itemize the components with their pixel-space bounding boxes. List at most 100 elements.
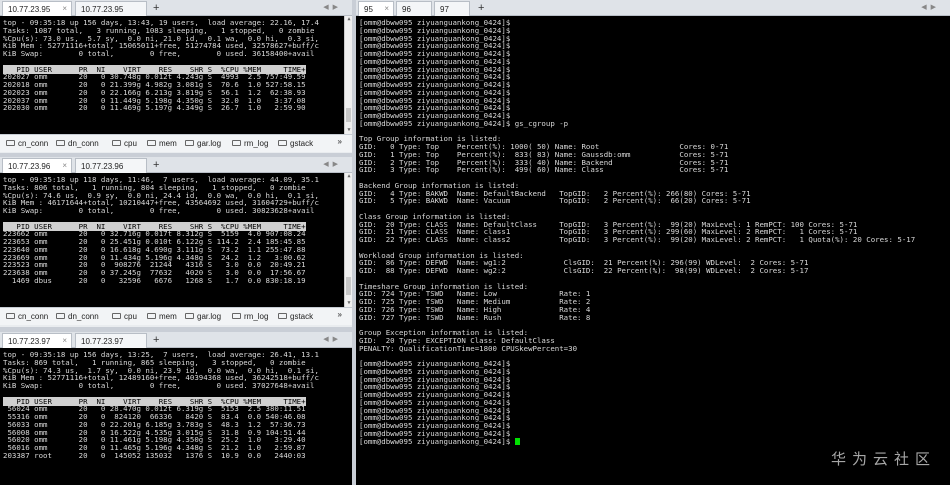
quick-command-label: dn_conn <box>68 312 99 321</box>
terminal-line: KiB Swap: 0 total, 0 free, 0 used. 37027… <box>3 381 315 390</box>
session-tab-label: 97 <box>440 5 449 14</box>
vertical-scrollbar[interactable]: ▲ ▼ <box>344 16 352 134</box>
quick-command-rm-log[interactable]: rm_log <box>232 139 268 148</box>
terminal-line: 203387 root 20 0 145052 135032 1376 S 10… <box>3 450 306 460</box>
quick-command-label: gstack <box>290 312 314 321</box>
session-tab[interactable]: 10.77.23.97 × <box>2 333 72 348</box>
close-icon[interactable]: × <box>62 4 67 13</box>
session-tab[interactable]: 10.77.23.95 × <box>2 1 72 16</box>
scrollbar-thumb[interactable] <box>346 108 351 122</box>
horizontal-splitter[interactable] <box>0 327 352 332</box>
quick-command-label: gar.log <box>197 312 222 321</box>
tab-bar: 95 × 96 97 + ◀▶ <box>356 0 950 16</box>
more-commands-icon[interactable]: » <box>338 310 342 319</box>
session-tab[interactable]: 95 × <box>358 1 394 16</box>
terminal-pane-main: 95 × 96 97 + ◀▶ [omm@dbww095 ziyuanguanko… <box>356 0 950 485</box>
command-icon <box>6 140 15 146</box>
session-tab-label: 10.77.23.97 <box>8 337 51 346</box>
tab-scroll-arrows-icon[interactable]: ◀▶ <box>323 3 342 11</box>
session-tab-label: 10.77.23.95 <box>8 5 51 14</box>
tab-scroll-arrows-icon[interactable]: ◀▶ <box>323 335 342 343</box>
terminal-line: [omm@dbww095 ziyuanguankong_0424]$ gs_cg… <box>359 118 569 128</box>
command-icon <box>147 313 156 319</box>
session-tab-label: 10.77.23.97 <box>81 337 124 346</box>
more-commands-icon[interactable]: » <box>338 137 342 146</box>
quick-command-label: dn_conn <box>68 139 99 148</box>
session-tab[interactable]: 97 <box>434 1 470 16</box>
terminal-line: GID: 727 Type: TSWD Name: Rush Rate: 8 <box>359 312 591 322</box>
command-icon <box>56 313 65 319</box>
watermark-logo: 华为云社区 <box>830 450 936 468</box>
session-tab-label: 10.77.23.95 <box>81 5 124 14</box>
command-icon <box>147 140 156 146</box>
command-icon <box>6 313 15 319</box>
terminal-line: 202030 omm 20 0 11.469g 5.197g 4.349g S … <box>3 103 306 113</box>
quick-command-gar-log[interactable]: gar.log <box>185 139 221 148</box>
quick-command-gstack[interactable]: gstack <box>278 139 313 148</box>
quick-command-dn-conn[interactable]: dn_conn <box>56 139 99 148</box>
tab-scroll-arrows-icon[interactable]: ◀▶ <box>323 160 342 168</box>
command-icon <box>232 313 241 319</box>
tab-scroll-arrows-icon[interactable]: ◀▶ <box>921 3 940 11</box>
quick-command-label: gstack <box>290 139 314 148</box>
terminal-pane-95: 10.77.23.95 × 10.77.23.95 + ◀▶ top - 09:3… <box>0 0 352 155</box>
terminal-output[interactable]: top - 09:35:18 up 156 days, 13:43, 19 us… <box>0 16 344 134</box>
session-tab[interactable]: 10.77.23.96 × <box>2 158 72 173</box>
tab-bar: 10.77.23.97 × 10.77.23.97 + ◀▶ <box>0 332 352 348</box>
terminal-output[interactable]: [omm@dbww095 ziyuanguankong_0424]$ [omm@d… <box>356 16 950 485</box>
quick-command-label: cn_conn <box>18 139 49 148</box>
session-tab[interactable]: 96 <box>396 1 432 16</box>
quick-command-label: cpu <box>124 139 137 148</box>
terminal-line: GID: 5 Type: BAKWD Name: Vacuum TopGID: … <box>359 196 751 206</box>
command-icon <box>278 313 287 319</box>
terminal-line: KiB Swap: 0 total, 0 free, 0 used. 36158… <box>3 49 315 58</box>
session-tab-label: 95 <box>364 5 373 14</box>
terminal-line: KiB Swap: 0 total, 0 free, 0 used. 30823… <box>3 206 315 215</box>
command-icon <box>185 140 194 146</box>
session-tab[interactable]: 10.77.23.96 <box>75 158 147 173</box>
terminal-output[interactable]: top - 09:35:18 up 118 days, 11:46, 7 use… <box>0 173 344 307</box>
close-icon[interactable]: × <box>62 161 67 170</box>
quick-command-label: cn_conn <box>18 312 49 321</box>
session-tab-label: 10.77.23.96 <box>8 162 51 171</box>
quick-command-mem[interactable]: mem <box>147 139 177 148</box>
session-tab-label: 96 <box>402 5 411 14</box>
add-tab-button[interactable]: + <box>153 158 159 172</box>
add-tab-button[interactable]: + <box>153 1 159 15</box>
quick-command-rm-log[interactable]: rm_log <box>232 312 268 321</box>
session-tab-label: 10.77.23.96 <box>81 162 124 171</box>
quick-command-cpu[interactable]: cpu <box>112 139 137 148</box>
terminal-cursor <box>514 437 520 445</box>
terminal-output[interactable]: top - 09:35:18 up 156 days, 13:25, 7 use… <box>0 348 352 485</box>
quick-command-mem[interactable]: mem <box>147 312 177 321</box>
add-tab-button[interactable]: + <box>153 333 159 347</box>
command-icon <box>112 313 121 319</box>
terminal-line: [omm@dbww095 ziyuanguankong_0424]$ <box>359 437 950 446</box>
session-tab[interactable]: 10.77.23.97 <box>75 333 147 348</box>
quick-command-label: cpu <box>124 312 137 321</box>
quick-command-gar-log[interactable]: gar.log <box>185 312 221 321</box>
session-tab[interactable]: 10.77.23.95 <box>75 1 147 16</box>
tab-bar: 10.77.23.96 × 10.77.23.96 + ◀▶ <box>0 157 352 173</box>
vertical-scrollbar[interactable]: ▲ ▼ <box>344 173 352 307</box>
terminal-pane-97: 10.77.23.97 × 10.77.23.97 + ◀▶ top - 09:3… <box>0 332 352 485</box>
close-icon[interactable]: × <box>384 4 389 13</box>
command-icon <box>278 140 287 146</box>
close-icon[interactable]: × <box>62 336 67 345</box>
quick-command-gstack[interactable]: gstack <box>278 312 313 321</box>
quick-command-cn-conn[interactable]: cn_conn <box>6 312 48 321</box>
command-icon <box>185 313 194 319</box>
quick-command-bar: cn_conn dn_conn cpu mem gar.log rm_log gstack » <box>0 307 352 325</box>
horizontal-splitter[interactable] <box>0 153 352 157</box>
terminal-line: 1469 dbus 20 0 32596 6676 1268 S 1.7 0.0… <box>3 275 306 285</box>
terminal-pane-96: 10.77.23.96 × 10.77.23.96 + ◀▶ top - 09:3… <box>0 157 352 327</box>
quick-command-cn-conn[interactable]: cn_conn <box>6 139 48 148</box>
quick-command-label: gar.log <box>197 139 222 148</box>
quick-command-cpu[interactable]: cpu <box>112 312 137 321</box>
quick-command-dn-conn[interactable]: dn_conn <box>56 312 99 321</box>
scrollbar-thumb[interactable] <box>346 277 351 295</box>
command-icon <box>112 140 121 146</box>
terminal-line: GID: 88 Type: DEFWD Name: wg2:2 ClsGID: … <box>359 266 809 275</box>
add-tab-button[interactable]: + <box>478 1 484 15</box>
tab-bar: 10.77.23.95 × 10.77.23.95 + ◀▶ <box>0 0 352 16</box>
